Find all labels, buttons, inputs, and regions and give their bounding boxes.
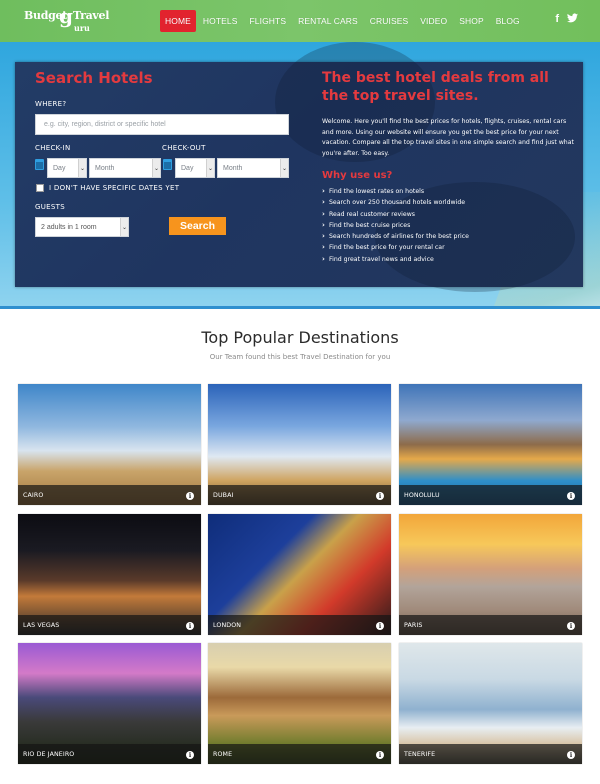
nav-home[interactable]: HOME (160, 10, 196, 32)
list-item: › Read real customer reviews (322, 209, 469, 220)
chevron-down-icon: ⌄ (152, 159, 160, 177)
social-links: f (555, 13, 578, 26)
guests-value: 2 adults in 1 room (41, 223, 97, 231)
nav-hotels[interactable]: HOTELS (198, 11, 243, 31)
info-icon[interactable]: i (376, 492, 384, 500)
list-item: › Find great travel news and advice (322, 254, 469, 265)
why-use-us-title: Why use us? (322, 170, 393, 181)
destination-name: LONDON (213, 622, 242, 629)
checkin-calendar-icon[interactable] (35, 159, 44, 170)
nav-rental-cars[interactable]: RENTAL CARS (293, 11, 363, 31)
site-header: Budget g Travel uru HOME HOTELS FLIGHTS … (0, 0, 600, 42)
destination-card-honolulu[interactable]: HONOLULU i (399, 384, 582, 505)
checkin-day-value: Day (53, 164, 66, 172)
caption-bar (399, 615, 582, 635)
chevron-down-icon: ⌄ (280, 159, 288, 177)
deals-description: Welcome. Here you'll find the best price… (322, 118, 574, 157)
why-use-us-list: › Find the lowest rates on hotels › Search… (322, 186, 469, 265)
where-placeholder: e.g. city, region, district or specific … (44, 121, 166, 128)
chevron-right-icon: › (322, 220, 325, 229)
chevron-down-icon: ⌄ (120, 218, 128, 236)
checkin-month-select[interactable]: Month ⌄ (89, 158, 161, 178)
nav-video[interactable]: VIDEO (415, 11, 452, 31)
nav-shop[interactable]: SHOP (454, 11, 489, 31)
destination-name: DUBAI (213, 492, 234, 499)
chevron-right-icon: › (322, 187, 325, 195)
destination-name: LAS VEGAS (23, 622, 60, 629)
destinations-subtitle: Our Team found this best Travel Destinat… (209, 353, 391, 361)
hero-divider (0, 306, 600, 309)
destination-name: ROME (213, 751, 233, 758)
search-hotels-title: Search Hotels (35, 69, 153, 87)
info-icon[interactable]: i (376, 622, 384, 630)
destination-card-tenerife[interactable]: TENERIFE i (399, 643, 582, 764)
destination-name: HONOLULU (404, 492, 440, 499)
destination-card-cairo[interactable]: CAIRO i (18, 384, 201, 505)
destination-name: PARIS (404, 622, 423, 629)
chevron-right-icon: › (322, 243, 325, 252)
caption-bar (18, 485, 201, 505)
info-icon[interactable]: i (567, 492, 575, 500)
chevron-down-icon: ⌄ (206, 159, 214, 177)
checkout-month-select[interactable]: Month ⌄ (217, 158, 289, 178)
destination-name: CAIRO (23, 492, 44, 499)
list-item: › Find the lowest rates on hotels (322, 186, 469, 197)
list-item: › Find the best cruise prices (322, 220, 469, 231)
caption-bar (208, 485, 391, 505)
destination-name: RIO DE JANEIRO (23, 751, 75, 758)
where-label: WHERE? (35, 100, 67, 108)
destination-name: TENERIFE (404, 751, 436, 758)
checkout-calendar-icon[interactable] (163, 159, 172, 170)
list-item: › Search over 250 thousand hotels worldwi… (322, 197, 469, 208)
main-nav: HOME HOTELS FLIGHTS RENTAL CARS CRUISES … (160, 10, 527, 32)
guests-label: GUESTS (35, 203, 65, 211)
caption-bar (208, 744, 391, 764)
checkout-label: CHECK-OUT (162, 144, 206, 152)
nav-flights[interactable]: FLIGHTS (245, 11, 292, 31)
facebook-icon[interactable]: f (555, 13, 559, 26)
checkin-label: CHECK-IN (35, 144, 71, 152)
nav-cruises[interactable]: CRUISES (365, 11, 414, 31)
destination-card-dubai[interactable]: DUBAI i (208, 384, 391, 505)
checkin-day-select[interactable]: Day ⌄ (47, 158, 87, 178)
logo-text-travel: Travel (73, 9, 110, 22)
info-icon[interactable]: i (186, 492, 194, 500)
search-button[interactable]: Search (169, 217, 226, 235)
info-icon[interactable]: i (186, 751, 194, 759)
checkout-day-value: Day (181, 164, 194, 172)
destination-card-paris[interactable]: PARIS i (399, 514, 582, 635)
chevron-right-icon: › (322, 254, 325, 263)
no-dates-label: I DON'T HAVE SPECIFIC DATES YET (49, 184, 180, 192)
chevron-right-icon: › (322, 232, 325, 241)
nav-blog[interactable]: BLOG (491, 11, 525, 31)
guests-select[interactable]: 2 adults in 1 room ⌄ (35, 217, 129, 237)
list-item: › Find the best price for your rental car (322, 242, 469, 253)
info-icon[interactable]: i (567, 622, 575, 630)
info-icon[interactable]: i (567, 751, 575, 759)
destination-card-london[interactable]: LONDON i (208, 514, 391, 635)
no-dates-checkbox[interactable] (36, 184, 44, 192)
logo[interactable]: Budget g Travel uru (24, 4, 110, 36)
destination-card-rome[interactable]: ROME i (208, 643, 391, 764)
twitter-icon[interactable] (567, 13, 578, 26)
destination-card-las-vegas[interactable]: LAS VEGAS i (18, 514, 201, 635)
chevron-right-icon: › (322, 209, 325, 218)
logo-text-uru: uru (74, 23, 90, 33)
destinations-title: Top Popular Destinations (201, 328, 399, 347)
destination-card-rio-de-janeiro[interactable]: RIO DE JANEIRO i (18, 643, 201, 764)
chevron-down-icon: ⌄ (78, 159, 86, 177)
checkin-month-value: Month (95, 164, 115, 172)
checkout-month-value: Month (223, 164, 243, 172)
list-item: › Search hundreds of airlines for the bes… (322, 231, 469, 242)
info-icon[interactable]: i (376, 751, 384, 759)
checkout-day-select[interactable]: Day ⌄ (175, 158, 215, 178)
deals-title: The best hotel deals from all the top tr… (322, 70, 549, 104)
chevron-right-icon: › (322, 198, 325, 207)
where-input[interactable]: e.g. city, region, district or specific … (35, 114, 289, 135)
logo-text-g: g (59, 4, 73, 28)
info-icon[interactable]: i (186, 622, 194, 630)
